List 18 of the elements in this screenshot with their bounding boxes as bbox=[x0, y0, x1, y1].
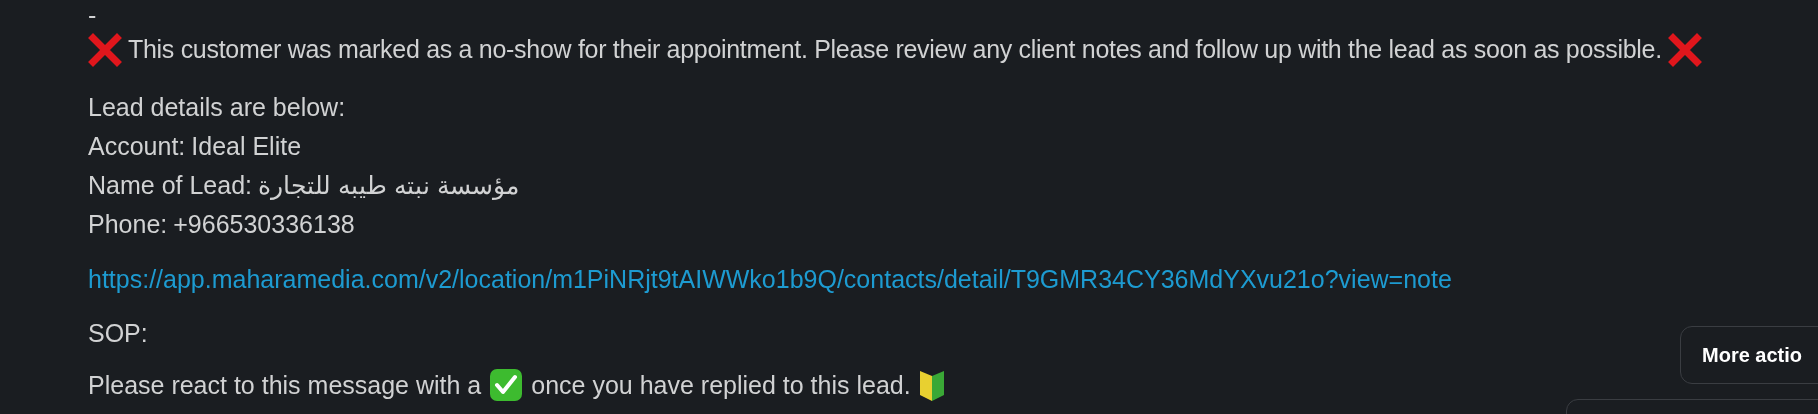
field-label: Name of Lead: bbox=[88, 170, 252, 201]
check-mark-icon bbox=[489, 368, 524, 402]
instruction-text: Please react to this message with a bbox=[88, 370, 482, 401]
cross-mark-icon bbox=[1667, 33, 1702, 67]
field-label: Phone: bbox=[88, 209, 168, 240]
sop-label: SOP: bbox=[88, 318, 148, 349]
field-label: Account: bbox=[88, 131, 186, 162]
shield-icon bbox=[918, 368, 945, 402]
details-heading: Lead details are below: bbox=[88, 92, 346, 123]
contact-link[interactable]: https://app.maharamedia.com/v2/location/m1PiNRjt9tAIWWko1b9Q/contacts/detail/T9GMR34CY36MdYXvu21o?view=note bbox=[88, 262, 1452, 296]
alert-text: This customer was marked as a no-show for their appointment. Please review any client notes and follow up with the lead as soon as possible. bbox=[128, 34, 1662, 66]
field-value: +966530336138 bbox=[173, 209, 355, 240]
more-actions-button[interactable]: More actio bbox=[1680, 326, 1818, 384]
instruction-text: once you have replied to this lead. bbox=[531, 370, 911, 401]
field-value: Ideal Elite bbox=[191, 131, 302, 162]
separator-text: - bbox=[88, 4, 97, 26]
field-value: مؤسسة نبته طيبه للتجارة bbox=[258, 170, 519, 202]
cross-mark-icon bbox=[88, 33, 122, 67]
